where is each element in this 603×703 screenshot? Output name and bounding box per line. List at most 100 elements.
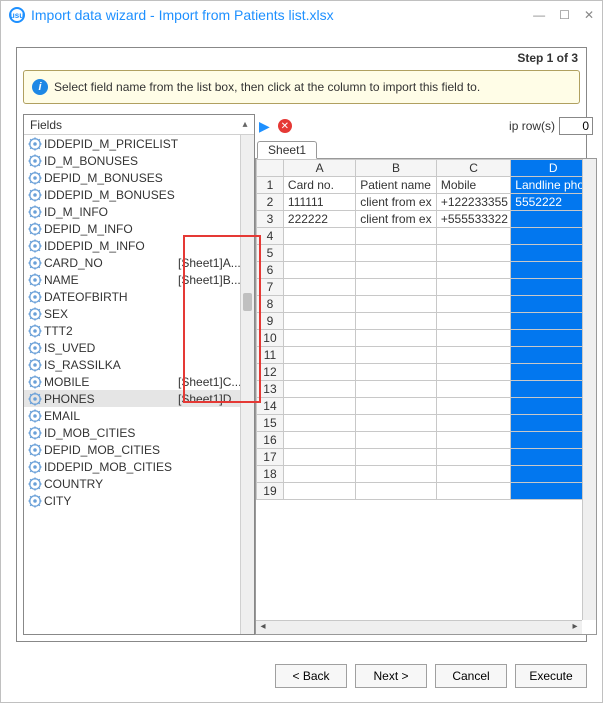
grid-cell[interactable] <box>436 466 510 483</box>
field-row[interactable]: DEPID_M_INFO <box>24 220 254 237</box>
maximize-icon[interactable]: ☐ <box>559 9 570 21</box>
grid-cell[interactable] <box>283 330 355 347</box>
grid-vscrollbar[interactable] <box>582 159 596 620</box>
row-header[interactable]: 3 <box>257 211 284 228</box>
grid-cell[interactable] <box>283 262 355 279</box>
row-header[interactable]: 5 <box>257 245 284 262</box>
grid-cell[interactable] <box>356 398 437 415</box>
grid-cell[interactable] <box>283 228 355 245</box>
col-header[interactable]: B <box>356 160 437 177</box>
grid-cell[interactable] <box>356 415 437 432</box>
grid-cell[interactable] <box>436 381 510 398</box>
grid-cell[interactable] <box>436 415 510 432</box>
row-header[interactable]: 14 <box>257 398 284 415</box>
grid-cell[interactable] <box>436 330 510 347</box>
field-row[interactable]: NAME[Sheet1]B... <box>24 271 254 288</box>
field-row[interactable]: IDDEPID_M_PRICELIST <box>24 135 254 152</box>
grid-cell[interactable] <box>436 228 510 245</box>
grid-cell[interactable] <box>356 432 437 449</box>
field-row[interactable]: ID_M_BONUSES <box>24 152 254 169</box>
row-header[interactable]: 8 <box>257 296 284 313</box>
grid-cell[interactable]: +122233355 <box>436 194 510 211</box>
grid-cell[interactable] <box>436 347 510 364</box>
field-row[interactable]: DEPID_M_BONUSES <box>24 169 254 186</box>
preview-grid[interactable]: ABCD1Card no.Patient nameMobileLandline … <box>255 158 597 635</box>
row-header[interactable]: 16 <box>257 432 284 449</box>
grid-cell[interactable] <box>356 262 437 279</box>
grid-cell[interactable]: 222222 <box>283 211 355 228</box>
fields-scrollbar[interactable] <box>240 135 254 634</box>
grid-cell[interactable] <box>436 449 510 466</box>
grid-cell[interactable] <box>436 279 510 296</box>
grid-cell[interactable] <box>356 228 437 245</box>
grid-cell[interactable] <box>356 245 437 262</box>
grid-cell[interactable] <box>283 313 355 330</box>
grid-cell[interactable] <box>436 296 510 313</box>
row-header[interactable]: 17 <box>257 449 284 466</box>
field-row[interactable]: ID_MOB_CITIES <box>24 424 254 441</box>
grid-cell[interactable] <box>283 279 355 296</box>
grid-cell[interactable] <box>436 398 510 415</box>
grid-cell[interactable] <box>436 245 510 262</box>
row-header[interactable]: 2 <box>257 194 284 211</box>
grid-cell[interactable] <box>283 466 355 483</box>
grid-cell[interactable] <box>356 313 437 330</box>
grid-cell[interactable] <box>436 432 510 449</box>
grid-cell[interactable]: 111111 <box>283 194 355 211</box>
minimize-icon[interactable]: — <box>533 9 545 21</box>
grid-cell[interactable] <box>436 313 510 330</box>
field-row[interactable]: CITY <box>24 492 254 509</box>
grid-cell[interactable] <box>283 245 355 262</box>
play-icon[interactable]: ▶ <box>259 118 270 135</box>
col-header[interactable]: A <box>283 160 355 177</box>
grid-hscrollbar[interactable]: ◂ ▸ <box>256 620 582 634</box>
grid-cell[interactable]: Card no. <box>283 177 355 194</box>
row-header[interactable]: 7 <box>257 279 284 296</box>
scroll-up-icon[interactable]: ▴ <box>238 117 252 131</box>
grid-cell[interactable] <box>436 483 510 500</box>
grid-cell[interactable] <box>356 279 437 296</box>
row-header[interactable]: 9 <box>257 313 284 330</box>
grid-cell[interactable] <box>356 364 437 381</box>
grid-cell[interactable] <box>283 415 355 432</box>
grid-cell[interactable] <box>356 466 437 483</box>
skip-rows-input[interactable] <box>559 117 593 135</box>
grid-cell[interactable] <box>283 449 355 466</box>
execute-button[interactable]: Execute <box>515 664 587 688</box>
field-row[interactable]: MOBILE[Sheet1]C... <box>24 373 254 390</box>
row-header[interactable]: 6 <box>257 262 284 279</box>
row-header[interactable]: 13 <box>257 381 284 398</box>
row-header[interactable]: 1 <box>257 177 284 194</box>
field-row[interactable]: IS_RASSILKA <box>24 356 254 373</box>
grid-cell[interactable] <box>356 347 437 364</box>
grid-cell[interactable] <box>436 364 510 381</box>
field-row[interactable]: SEX <box>24 305 254 322</box>
field-row[interactable]: TTT2 <box>24 322 254 339</box>
grid-cell[interactable]: Mobile <box>436 177 510 194</box>
field-row[interactable]: IS_UVED <box>24 339 254 356</box>
grid-cell[interactable] <box>283 296 355 313</box>
grid-cell[interactable]: client from ex <box>356 211 437 228</box>
row-header[interactable]: 18 <box>257 466 284 483</box>
grid-cell[interactable] <box>356 483 437 500</box>
grid-cell[interactable] <box>356 296 437 313</box>
field-row[interactable]: ID_M_INFO <box>24 203 254 220</box>
back-button[interactable]: < Back <box>275 664 347 688</box>
grid-cell[interactable]: +555533322 <box>436 211 510 228</box>
row-header[interactable]: 12 <box>257 364 284 381</box>
sheet-tab[interactable]: Sheet1 <box>257 141 317 159</box>
grid-cell[interactable] <box>356 381 437 398</box>
row-header[interactable]: 11 <box>257 347 284 364</box>
row-header[interactable]: 10 <box>257 330 284 347</box>
scroll-left-icon[interactable]: ◂ <box>256 621 270 635</box>
field-row[interactable]: IDDEPID_M_BONUSES <box>24 186 254 203</box>
field-row[interactable]: IDDEPID_MOB_CITIES <box>24 458 254 475</box>
grid-cell[interactable] <box>356 449 437 466</box>
field-row[interactable]: CARD_NO[Sheet1]A... <box>24 254 254 271</box>
field-row[interactable]: IDDEPID_M_INFO <box>24 237 254 254</box>
grid-cell[interactable] <box>283 432 355 449</box>
grid-cell[interactable]: Patient name <box>356 177 437 194</box>
grid-cell[interactable] <box>436 262 510 279</box>
field-row[interactable]: DATEOFBIRTH <box>24 288 254 305</box>
field-row[interactable]: EMAIL <box>24 407 254 424</box>
